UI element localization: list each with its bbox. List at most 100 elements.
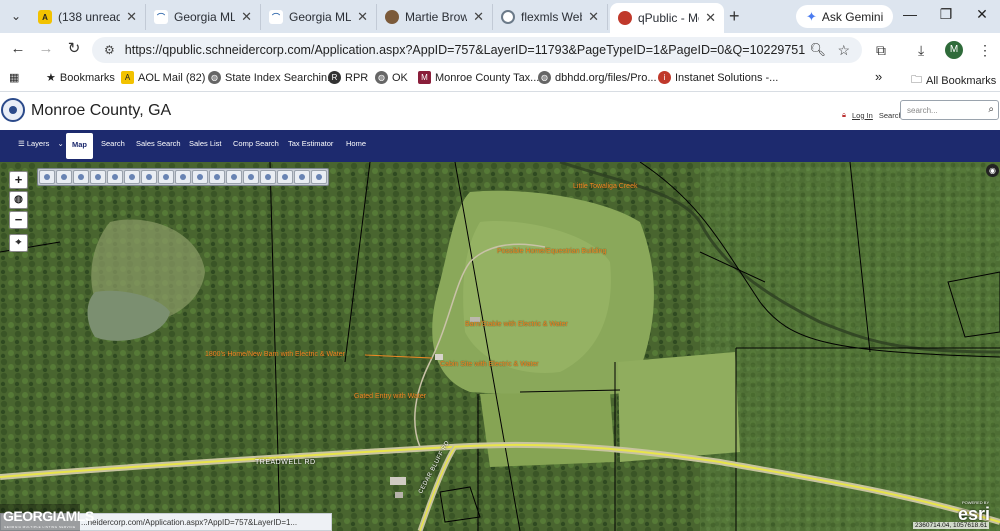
close-icon[interactable]: ✕ [126,9,137,25]
aol-icon: A [121,71,134,84]
nav-map[interactable]: Map [66,133,93,159]
tax-icon: M [418,71,431,84]
download-icon[interactable]: ⤓ [918,42,924,59]
county-seal-logo[interactable] [1,98,25,122]
nav-layers[interactable]: ☰ Layers ⌄ [18,139,64,148]
tab-martie-brown[interactable]: Martie Brown ✕ [377,4,493,30]
bookmark-map-icon[interactable] [192,170,208,184]
chevron-down-icon: ⌄ [57,139,64,148]
swipe-icon[interactable] [294,170,310,184]
back-icon[interactable]: ← [9,41,27,57]
tab-search-chevron-icon[interactable]: ⌄ [6,6,26,26]
address-bar[interactable]: ⚙ https://qpublic.schneidercorp.com/Appl… [92,37,862,63]
login-link[interactable]: Log In [852,111,873,120]
url-text[interactable]: https://qpublic.schneidercorp.com/Applic… [125,43,805,57]
bookmark-bookmarks[interactable]: ★ Bookmarks [46,71,115,85]
bookmark-rpr[interactable]: R RPR [328,71,368,84]
browser-toolbar: ← → ↻ ⚙ https://qpublic.schneidercorp.co… [0,33,1000,66]
pencil-icon[interactable] [243,170,259,184]
road-label: TREADWELL RD [255,459,316,466]
gmls-icon: ⌒ [154,10,168,24]
zoom-out-button[interactable]: − [9,211,28,229]
globe-extent-icon[interactable]: ◍ [9,191,28,209]
zoom-selection-icon[interactable] [226,170,242,184]
map-annotation: Possible Home/Equestrian Building [497,248,607,255]
map-annotation: 1800's Home/New Barn with Electric & Wat… [205,351,345,358]
search-icon[interactable]: ⌕ [988,104,994,115]
basemap-icon[interactable] [277,170,293,184]
tab-qpublic[interactable]: qPublic - Mon ✕ [610,3,724,33]
share-icon[interactable] [175,170,191,184]
full-extent-icon[interactable] [260,170,276,184]
apps-icon[interactable]: ▦ [9,71,19,84]
street-view-icon[interactable] [209,170,225,184]
tab-aol[interactable]: A (138 unread) - ✕ [30,4,146,30]
globe-icon: ◍ [375,71,388,84]
reload-icon[interactable]: ↻ [65,41,83,57]
close-icon[interactable]: ✕ [473,9,484,25]
window-close-icon[interactable]: ✕ [972,6,992,23]
bookmark-monroe-tax[interactable]: M Monroe County Tax... [418,71,539,84]
close-icon[interactable]: ✕ [241,9,252,25]
measure-icon[interactable] [124,170,140,184]
layers-icon[interactable] [141,170,157,184]
nav-home[interactable]: Home [346,139,366,148]
nav-sales-search[interactable]: Sales Search [136,139,181,148]
map-info-icon[interactable]: ◉ [986,164,999,177]
tab-flexmls[interactable]: flexmls Web ✕ [493,4,608,30]
tab-georgia-mls-2[interactable]: ⌒ Georgia MLS ✕ [261,4,377,30]
nav-comp-search[interactable]: Comp Search [233,139,279,148]
globe-icon: ◍ [208,71,221,84]
aerial-imagery [0,162,1000,531]
restore-icon[interactable]: ❐ [936,6,956,23]
tab-strip: ⌄ A (138 unread) - ✕ ⌒ Georgia MLS ✕ ⌒ G… [0,0,1000,33]
lock-icon: 🔒︎ [842,110,846,119]
buffer-icon[interactable] [90,170,106,184]
close-icon[interactable]: ✕ [705,10,716,26]
site-info-icon[interactable]: ⚙ [104,43,115,57]
bookmark-aol-mail[interactable]: A AOL Mail (82) [121,71,205,84]
martie-avatar-icon [385,10,399,24]
nav-search[interactable]: Search [101,139,125,148]
bookmark-instanet[interactable]: i Instanet Solutions -... [658,71,778,84]
map-toolbar [37,168,329,186]
draw-icon[interactable] [107,170,123,184]
map-annotation: Barn/Stable with Electric & Water [465,321,568,328]
identify-icon[interactable] [39,170,55,184]
close-icon[interactable]: ✕ [357,9,368,25]
login-area: 🔒︎ Log In Search [842,110,903,120]
nav-sales-list[interactable]: Sales List [189,139,222,148]
site-search-input[interactable]: search... ⌕ [900,100,999,120]
bookmark-dbhdd[interactable]: ◍ dbhdd.org/files/Pro... [538,71,657,84]
rpr-icon: R [328,71,341,84]
ask-gemini-button[interactable]: ✦ Ask Gemini [796,5,894,28]
menu-icon[interactable]: ⋮ [978,42,992,59]
print-icon[interactable] [158,170,174,184]
map-annotation: Gated Entry with Water [354,393,427,400]
save-icon[interactable] [311,170,327,184]
tab-georgia-mls-1[interactable]: ⌒ Georgia MLS ✕ [146,4,261,30]
star-icon: ★ [46,72,56,84]
aerial-map[interactable]: + ◍ − ⌖ ◉ Little Towaliga Creek Possible… [0,162,1000,531]
georgia-mls-watermark-logo: GEORGIAMLS GEORGIA MULTIPLE LISTING SERV… [0,504,94,531]
extensions-icon[interactable]: ⧉ [876,42,886,59]
all-bookmarks[interactable]: 🗀 All Bookmarks [911,71,996,90]
nav-tax-estimator[interactable]: Tax Estimator [288,139,333,148]
forward-icon[interactable]: → [37,41,55,57]
bookmarks-bar: ▦ ★ Bookmarks A AOL Mail (82) ◍ State In… [0,66,1000,92]
zoom-in-button[interactable]: + [9,171,28,189]
bookmark-state-index[interactable]: ◍ State Index Searchin... [208,71,336,84]
aol-icon: A [38,10,52,24]
zoom-icon[interactable]: 🔍︎ [809,42,826,58]
pan-icon[interactable] [73,170,89,184]
select-icon[interactable] [56,170,72,184]
more-bookmarks-icon[interactable]: » [875,69,882,84]
main-nav: ☰ Layers ⌄ Map Search Sales Search Sales… [0,130,1000,162]
minimize-icon[interactable]: — [900,6,920,22]
close-icon[interactable]: ✕ [588,9,599,25]
new-tab-icon[interactable]: + [729,6,740,26]
profile-avatar[interactable]: M [945,41,963,59]
bookmark-ok[interactable]: ◍ OK [375,71,408,84]
bookmark-star-icon[interactable]: ☆ [837,42,850,59]
locate-icon[interactable]: ⌖ [9,234,28,252]
